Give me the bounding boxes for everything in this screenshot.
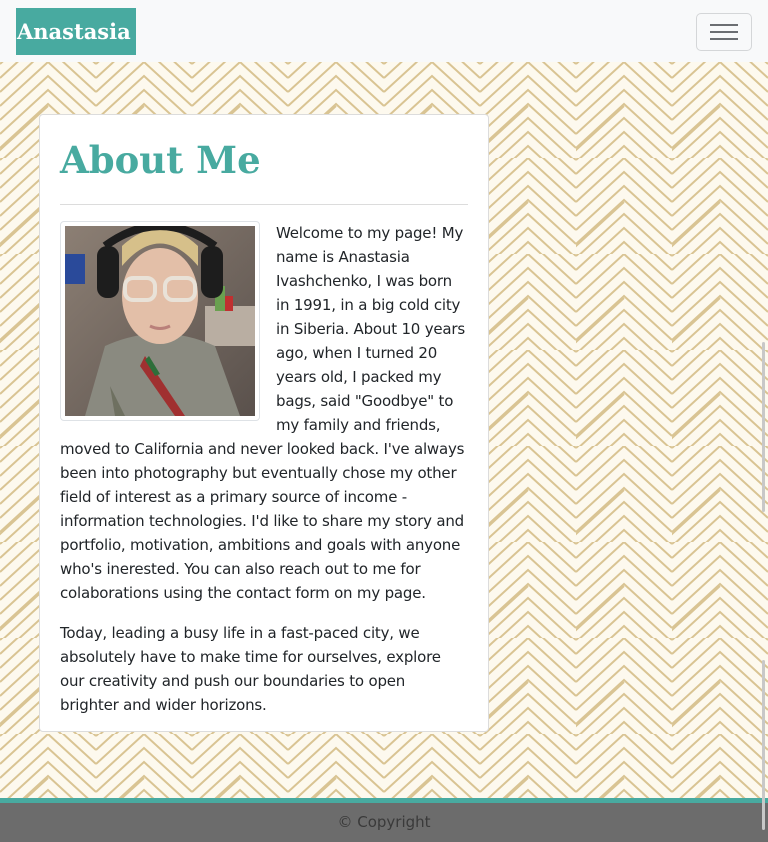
navbar-toggler-button[interactable] xyxy=(696,13,752,51)
scrollbar[interactable] xyxy=(762,342,765,842)
footer: © Copyright xyxy=(0,798,768,842)
brand-logo[interactable]: Anastasia I xyxy=(16,8,136,55)
scrollbar-thumb-upper[interactable] xyxy=(762,342,765,512)
about-paragraph-2: Today, leading a busy life in a fast-pac… xyxy=(60,624,441,714)
title-divider xyxy=(60,204,468,205)
top-navbar: Anastasia I xyxy=(0,0,768,62)
portrait-photo xyxy=(60,221,260,421)
about-card: About Me Welcome to my page! My name is … xyxy=(39,114,489,732)
page-title: About Me xyxy=(60,138,261,182)
copyright-text: © Copyright xyxy=(337,813,431,831)
hamburger-icon xyxy=(710,24,738,40)
scrollbar-thumb-lower[interactable] xyxy=(762,660,765,830)
